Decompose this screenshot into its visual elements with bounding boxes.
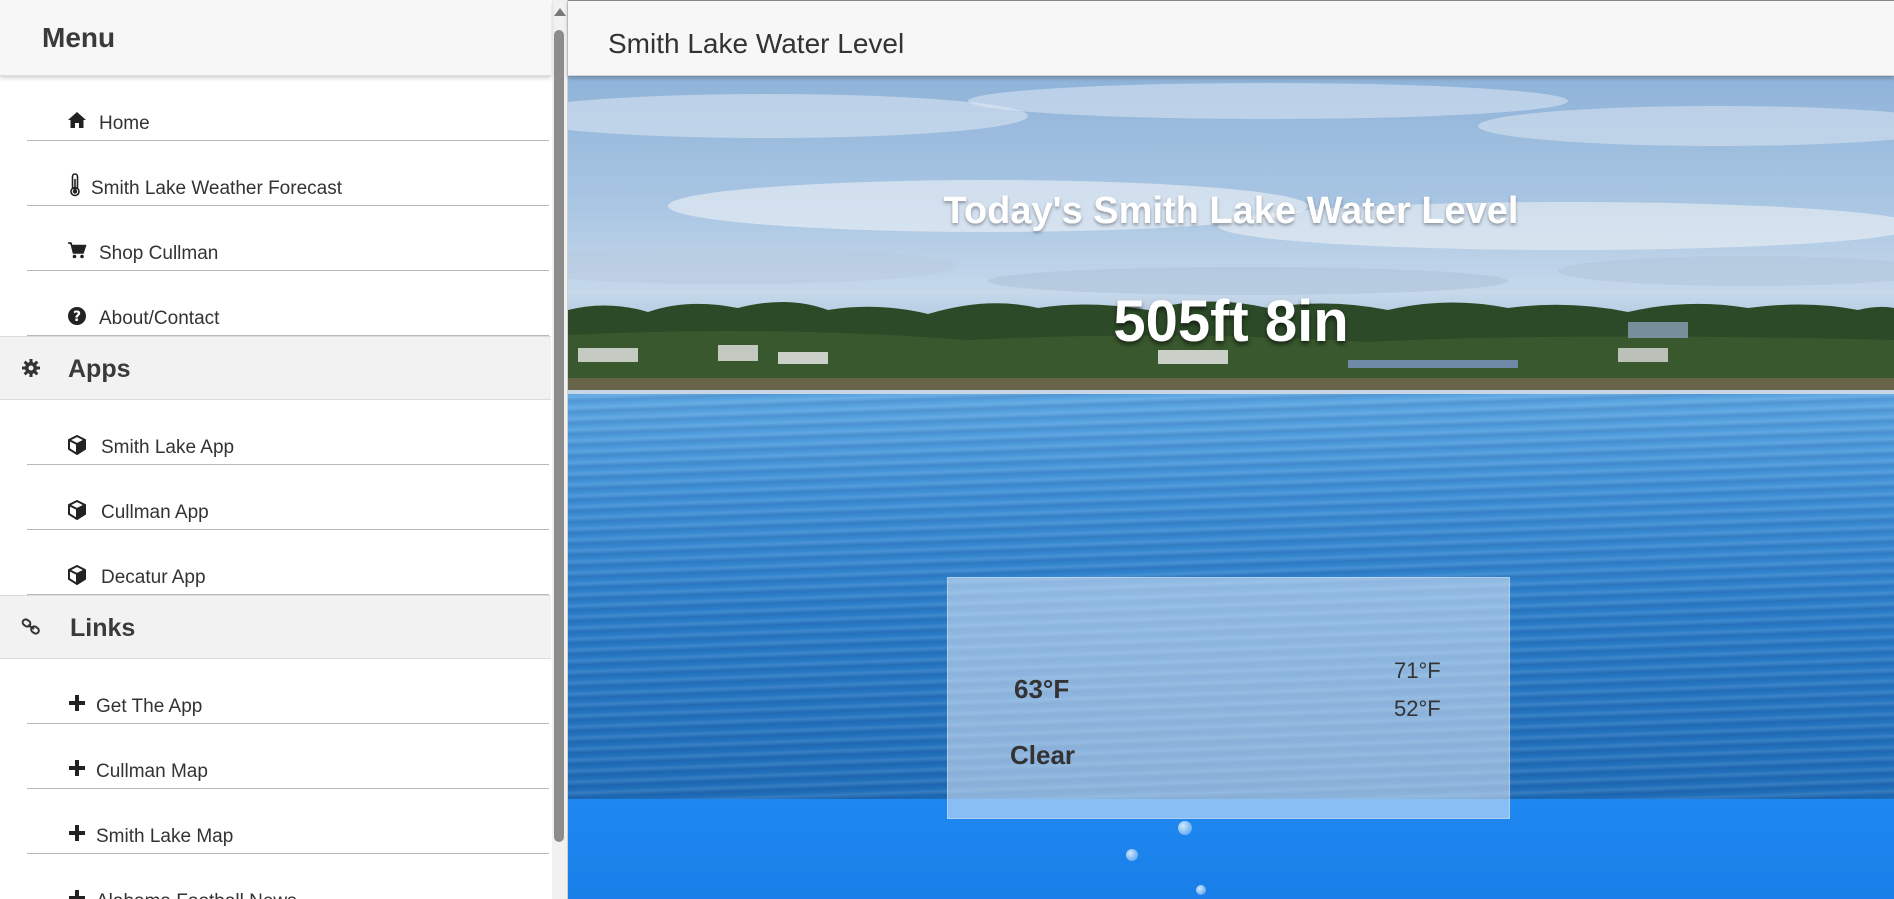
thermometer-icon (65, 173, 85, 197)
menu-item-label: Shop Cullman (99, 243, 219, 264)
plus-icon (67, 759, 87, 779)
menu-item-smith-lake-map[interactable]: Smith Lake Map (27, 789, 549, 854)
menu-item-cullman-app[interactable]: Cullman App (27, 465, 549, 530)
cube-icon (67, 499, 87, 521)
section-links[interactable]: Links (0, 595, 551, 659)
scrollbar-thumb[interactable] (554, 30, 564, 842)
section-links-label: Links (70, 614, 136, 642)
question-circle-icon: ? (67, 306, 87, 326)
link-icon (20, 617, 42, 639)
gear-icon (20, 358, 42, 380)
hero-heading: Today's Smith Lake Water Level (943, 190, 1519, 232)
menu-item-label: Cullman App (101, 502, 209, 523)
bubble (1196, 885, 1206, 895)
menu-item-label: Home (99, 113, 150, 134)
sidebar: Menu Home Smith Lake Weather Forecast Sh… (0, 0, 568, 899)
cube-icon (67, 564, 87, 586)
section-apps[interactable]: Apps (0, 336, 551, 400)
menu-item-decatur-app[interactable]: Decatur App (27, 530, 549, 595)
menu-item-shop-cullman[interactable]: Shop Cullman (27, 206, 549, 271)
page-title: Smith Lake Water Level (608, 28, 905, 59)
menu-item-about-contact[interactable]: ? About/Contact (27, 271, 549, 336)
bubble (1178, 821, 1192, 835)
menu-item-get-the-app[interactable]: Get The App (27, 659, 549, 724)
scroll-up-arrow-icon[interactable] (554, 8, 566, 16)
menu-item-home[interactable]: Home (27, 76, 549, 141)
high-temperature: 71°F (1394, 658, 1441, 683)
menu-item-label: Smith Lake Weather Forecast (91, 178, 342, 199)
menu-item-smith-lake-app[interactable]: Smith Lake App (27, 400, 549, 465)
menu-list: Home Smith Lake Weather Forecast Shop Cu… (0, 76, 551, 899)
section-apps-label: Apps (68, 355, 131, 383)
menu-item-label: About/Contact (99, 308, 220, 329)
plus-icon (67, 694, 87, 714)
menu-item-label: Alabama Football News (96, 891, 297, 899)
water-level-value: 505ft 8in (1113, 289, 1349, 354)
weather-condition: Clear (1010, 740, 1076, 770)
home-icon (67, 111, 87, 131)
menu-item-label: Cullman Map (96, 761, 208, 782)
menu-item-alabama-football-news[interactable]: Alabama Football News (27, 854, 549, 899)
top-bar: Smith Lake Water Level (568, 0, 1894, 76)
menu-item-label: Decatur App (101, 567, 206, 588)
svg-text:?: ? (73, 309, 81, 325)
menu-item-cullman-map[interactable]: Cullman Map (27, 724, 549, 789)
weather-card: 63°F Clear 71°F 52°F (947, 577, 1510, 819)
main-content: Smith Lake Water Level Today's Smith Lak… (568, 0, 1894, 899)
bubble (1126, 849, 1138, 861)
menu-item-label: Get The App (96, 696, 203, 717)
menu-item-weather-forecast[interactable]: Smith Lake Weather Forecast (27, 141, 549, 206)
current-temperature: 63°F (1014, 674, 1070, 704)
plus-icon (67, 824, 87, 844)
menu-header: Menu (0, 0, 551, 76)
cart-icon (67, 241, 87, 261)
menu-title: Menu (42, 22, 116, 53)
plus-icon (67, 889, 87, 899)
menu-item-label: Smith Lake App (101, 437, 235, 458)
menu-item-label: Smith Lake Map (96, 826, 234, 847)
sidebar-scrollbar[interactable] (552, 0, 567, 899)
low-temperature: 52°F (1394, 696, 1441, 721)
cube-icon (67, 434, 87, 456)
